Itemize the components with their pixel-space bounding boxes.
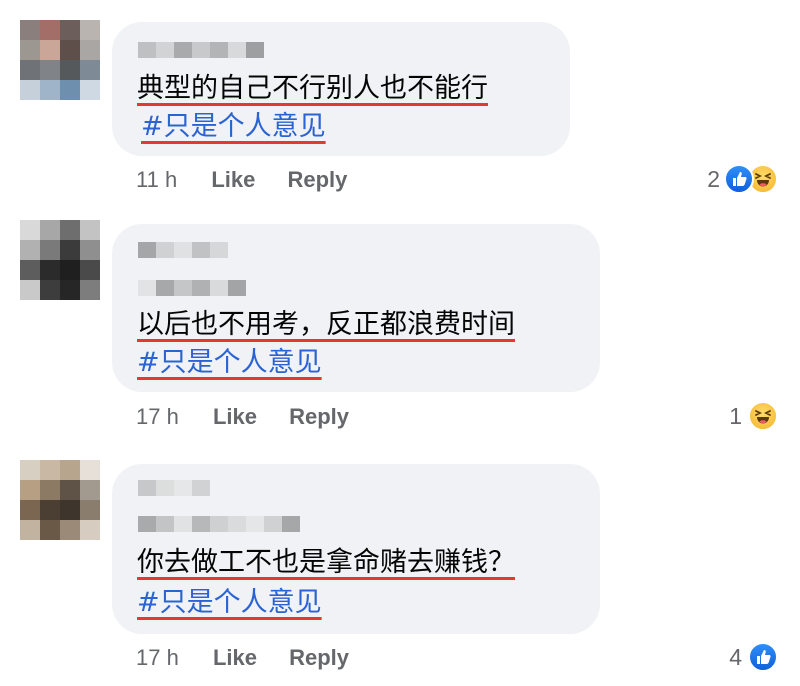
comment-actions: 17 h Like Reply bbox=[136, 645, 349, 671]
hashtag-link[interactable]: #只是个人意见 bbox=[137, 346, 322, 380]
reply-button[interactable]: Reply bbox=[287, 167, 347, 192]
author-name-redacted[interactable] bbox=[138, 242, 228, 258]
author-name-redacted[interactable] bbox=[138, 42, 264, 58]
hashtag-link[interactable]: #只是个人意见 bbox=[141, 110, 326, 144]
reaction-count: 2 bbox=[707, 165, 720, 192]
avatar[interactable] bbox=[20, 220, 100, 300]
hashtag-link[interactable]: #只是个人意见 bbox=[137, 586, 322, 620]
like-button[interactable]: Like bbox=[213, 404, 257, 429]
comment-actions: 11 h Like Reply bbox=[136, 167, 347, 193]
avatar[interactable] bbox=[20, 20, 100, 100]
reactions-summary[interactable]: 2 bbox=[707, 164, 778, 194]
reaction-count: 1 bbox=[729, 402, 742, 429]
comment-text: 你去做工不也是拿命赌去赚钱？ bbox=[137, 547, 515, 578]
haha-icon bbox=[748, 401, 778, 431]
reply-button[interactable]: Reply bbox=[289, 404, 349, 429]
comment-text: 以后也不用考，反正都浪费时间 bbox=[137, 309, 515, 340]
timestamp[interactable]: 17 h bbox=[136, 404, 179, 429]
avatar[interactable] bbox=[20, 460, 100, 540]
like-icon bbox=[748, 642, 778, 672]
timestamp[interactable]: 11 h bbox=[136, 167, 177, 192]
author-name-redacted[interactable] bbox=[138, 516, 300, 532]
like-button[interactable]: Like bbox=[211, 167, 255, 192]
author-name-redacted[interactable] bbox=[138, 280, 246, 296]
author-name-redacted[interactable] bbox=[138, 480, 210, 496]
comment-1: 典型的自己不行别人也不能行 #只是个人意见 11 h Like Reply 2 bbox=[0, 0, 800, 200]
comment-2: 以后也不用考，反正都浪费时间 #只是个人意见 17 h Like Reply 1 bbox=[0, 200, 800, 440]
timestamp[interactable]: 17 h bbox=[136, 645, 179, 670]
like-button[interactable]: Like bbox=[213, 645, 257, 670]
reaction-count: 4 bbox=[729, 643, 742, 670]
reactions-summary[interactable]: 4 bbox=[729, 642, 778, 672]
comment-actions: 17 h Like Reply bbox=[136, 404, 349, 430]
comment-3: 你去做工不也是拿命赌去赚钱？ #只是个人意见 17 h Like Reply 4 bbox=[0, 440, 800, 686]
reactions-summary[interactable]: 1 bbox=[729, 401, 778, 431]
like-icon bbox=[724, 164, 754, 194]
comment-text: 典型的自己不行别人也不能行 bbox=[137, 73, 488, 104]
reply-button[interactable]: Reply bbox=[289, 645, 349, 670]
